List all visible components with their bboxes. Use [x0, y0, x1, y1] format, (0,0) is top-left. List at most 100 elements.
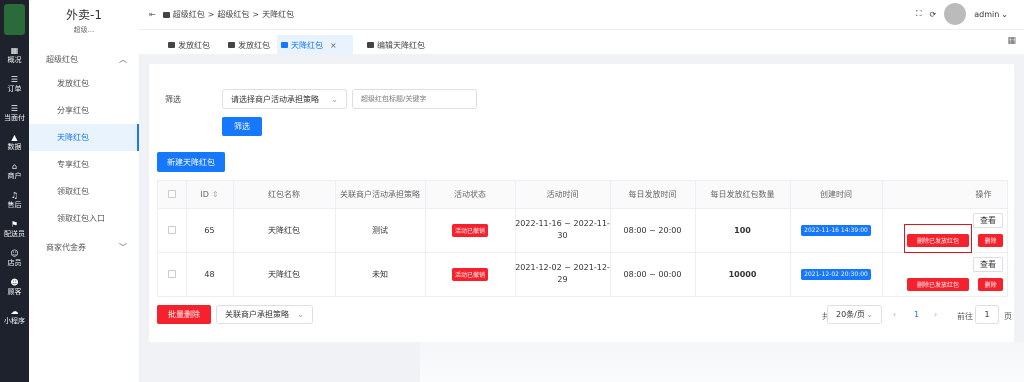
- sidebar-item-receive-entry[interactable]: 领取红包入口: [29, 205, 139, 232]
- refresh-icon[interactable]: ⟳: [930, 10, 937, 19]
- period-line-2: 29: [557, 275, 568, 284]
- chart-icon: ▲: [11, 133, 18, 142]
- top-bar: ⇤ 超级红包 > 超级红包 > 天降红包 ⛶ ⟳ admin ⌄: [139, 0, 1024, 29]
- breadcrumb-item-2[interactable]: 超级红包: [217, 9, 249, 20]
- rail-item-0[interactable]: ▦ 概况: [0, 41, 29, 70]
- store-name: 外卖-1: [66, 8, 102, 22]
- chevron-down-icon: ⌄: [331, 94, 338, 104]
- prev-page-icon[interactable]: ‹: [893, 310, 896, 319]
- chevron-down-icon[interactable]: ⌄: [1001, 10, 1008, 19]
- tab-sky-drop[interactable]: 天降红包 ×: [277, 35, 353, 55]
- strategy-select[interactable]: 请选择商户活动承担策略 ⌄: [222, 89, 347, 109]
- collapse-menu-icon[interactable]: ⇤: [149, 10, 156, 19]
- filter-button[interactable]: 筛选: [222, 117, 262, 136]
- rail-item-6[interactable]: ⚑ 配送员: [0, 215, 29, 244]
- next-page-icon[interactable]: ›: [934, 310, 937, 319]
- avatar[interactable]: [944, 3, 967, 25]
- rider-icon: ⚑: [10, 220, 19, 229]
- rail-item-label: 当面付: [4, 114, 25, 122]
- tab-icon: [228, 42, 235, 48]
- cell-id: 65: [204, 225, 215, 235]
- store-icon: ⌂: [11, 162, 18, 171]
- rail-item-label: 顾客: [7, 288, 22, 296]
- rail-item-5[interactable]: ♫ 售后: [0, 186, 29, 215]
- tab-issue-2[interactable]: 发放红包: [224, 35, 274, 55]
- sidebar-item-sky-drop[interactable]: 天降红包: [29, 124, 139, 151]
- footer-strategy-select[interactable]: 关联商户承担策略 ⌄: [216, 305, 313, 324]
- page-unit: 页: [1004, 312, 1012, 321]
- rail-item-label: 售后: [7, 201, 22, 209]
- sidebar-group-super-redpacket[interactable]: 超级红包 ︿: [29, 48, 139, 70]
- rail-item-8[interactable]: ☻ 顾客: [0, 273, 29, 302]
- rail-item-4[interactable]: ⌂ 商户: [0, 157, 29, 186]
- tab-icon: [367, 42, 374, 48]
- rail-item-label: 订单: [7, 85, 22, 93]
- strategy-select-value: 请选择商户活动承担策略: [231, 94, 319, 104]
- select-all-checkbox[interactable]: [168, 190, 176, 198]
- page-size-value: 20条/页: [836, 310, 865, 319]
- page-number-current[interactable]: 1: [914, 310, 919, 319]
- tab-label: 编辑天降红包: [377, 40, 425, 50]
- sidebar-item-issue[interactable]: 发放红包: [29, 70, 139, 97]
- sidebar: 外卖-1 超级... 超级红包 ︿ 发放红包 分享红包 天降红包 专享红包 领取…: [29, 0, 139, 382]
- rail-item-3[interactable]: ▲ 数据: [0, 128, 29, 157]
- new-sky-drop-button[interactable]: 新建天降红包: [157, 152, 225, 172]
- rail-item-2[interactable]: ☰ 当面付: [0, 99, 29, 128]
- tab-label: 天降红包: [291, 40, 323, 50]
- view-button[interactable]: 查看: [973, 257, 1003, 272]
- overlay-fade: [420, 342, 1024, 382]
- rail-item-9[interactable]: ☁ 小程序: [0, 302, 29, 331]
- app: ▦ 概况 ☰ 订单 ☰ 当面付 ▲ 数据 ⌂ 商户 ♫ 售后 ⚑ 配送员 ☺ 店员 ☻ 顾客 ☁ 小程序 外卖-1 超…: [0, 0, 1024, 382]
- tab-issue[interactable]: 发放红包: [164, 35, 214, 55]
- sidebar-item-receive[interactable]: 领取红包: [29, 178, 139, 205]
- delete-issued-button[interactable]: 删除已发放红包: [907, 278, 969, 291]
- main-rail: ▦ 概况 ☰ 订单 ☰ 当面付 ▲ 数据 ⌂ 商户 ♫ 售后 ⚑ 配送员 ☺ 店员 ☻ 顾客 ☁ 小程序: [0, 0, 29, 382]
- user-name[interactable]: admin: [974, 10, 999, 19]
- rail-item-1[interactable]: ☰ 订单: [0, 70, 29, 99]
- filter-label: 筛选: [165, 95, 181, 104]
- row-checkbox[interactable]: [168, 226, 176, 234]
- chevron-down-icon: ﹀: [119, 242, 127, 252]
- close-icon[interactable]: ×: [330, 41, 337, 50]
- col-actions: 操作: [975, 189, 992, 199]
- breadcrumb-item-1[interactable]: 超级红包: [173, 9, 205, 20]
- sidebar-group2-label: 商家代金券: [46, 242, 86, 252]
- col-created: 创建时间: [820, 189, 852, 199]
- user-icon: ☺: [10, 249, 19, 258]
- sidebar-group-voucher[interactable]: 商家代金券 ﹀: [29, 236, 139, 258]
- view-button[interactable]: 查看: [973, 213, 1003, 228]
- apps-grid-icon[interactable]: ▦: [1007, 36, 1016, 46]
- fullscreen-icon[interactable]: ⛶: [916, 9, 922, 19]
- sidebar-item-exclusive[interactable]: 专享红包: [29, 151, 139, 178]
- delete-button[interactable]: 删除: [978, 234, 1003, 247]
- tab-label: 发放红包: [238, 40, 270, 50]
- goto-page-input[interactable]: 1: [975, 305, 999, 324]
- col-id[interactable]: ID ⇕: [186, 180, 233, 208]
- rail-item-label: 小程序: [4, 317, 25, 325]
- cell-period: 2022-11-16 ~ 2022-11- 30: [515, 208, 610, 252]
- headset-icon: ♫: [10, 191, 19, 200]
- page-size-select[interactable]: 20条/页 ⌄: [827, 305, 882, 324]
- chevron-down-icon: ⌄: [297, 310, 304, 319]
- sidebar-item-share[interactable]: 分享红包: [29, 97, 139, 124]
- delete-button[interactable]: 删除: [978, 278, 1003, 291]
- period-line-1: 2022-11-16 ~ 2022-11-: [515, 219, 610, 228]
- grid-icon: ▦: [10, 46, 19, 55]
- status-badge: 活动已撤销: [451, 223, 488, 237]
- keyword-input[interactable]: [352, 89, 477, 109]
- batch-delete-button[interactable]: 批量删除: [157, 305, 211, 324]
- row-checkbox[interactable]: [168, 270, 176, 278]
- rail-item-7[interactable]: ☺ 店员: [0, 244, 29, 273]
- col-name: 红包名称: [268, 189, 300, 199]
- breadcrumb-separator: >: [252, 10, 260, 19]
- cell-status: 活动已撤销: [425, 252, 515, 296]
- store-switcher[interactable]: 外卖-1 超级...: [29, 0, 139, 35]
- chevron-down-icon: ⌄: [866, 310, 873, 319]
- cell-strategy: 测试: [372, 225, 388, 235]
- tab-edit-sky-drop[interactable]: 编辑天降红包: [363, 35, 429, 55]
- store-sub: 超级...: [73, 26, 95, 34]
- header-tools: ⛶ ⟳ admin ⌄: [916, 3, 1008, 25]
- folder-icon: [162, 11, 170, 18]
- sort-icon[interactable]: ⇕: [212, 190, 219, 199]
- list-icon: ☰: [10, 104, 19, 113]
